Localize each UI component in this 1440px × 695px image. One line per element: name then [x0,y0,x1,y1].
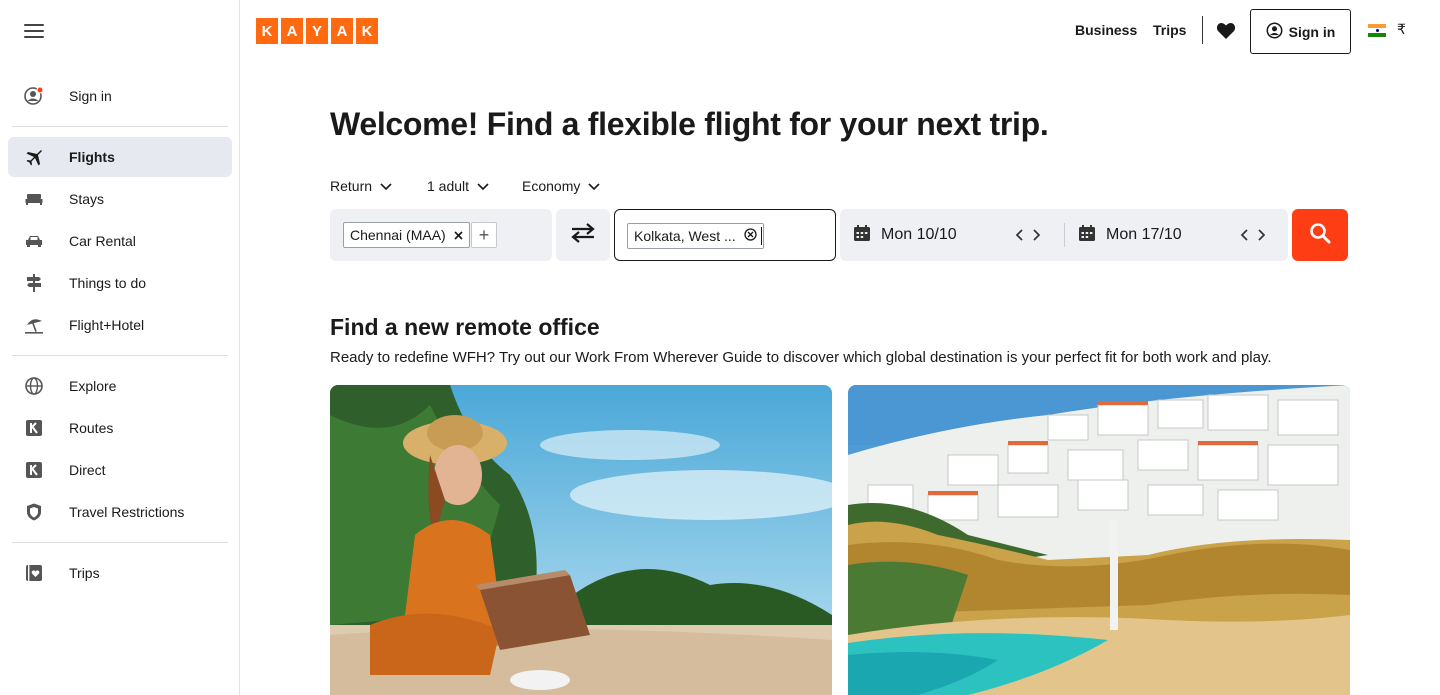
depart-date-label: Mon 10/10 [881,226,957,243]
shield-icon [8,502,69,522]
calendar-icon [853,224,871,247]
add-origin-button[interactable]: + [471,222,497,248]
chevron-down-icon [380,178,392,194]
trips-heart-icon [8,563,69,583]
return-date-label: Mon 17/10 [1106,226,1182,243]
logo-letter: A [331,18,353,44]
sidebar-item-label: Stays [69,191,105,207]
sidebar-item-label: Car Rental [69,233,136,249]
remote-work-card-image[interactable] [330,385,832,695]
section-title: Find a new remote office [330,314,600,340]
logo-letter: K [256,18,278,44]
sidebar-item-sign-in[interactable]: Sign in [8,76,232,116]
destination-field[interactable]: Kolkata, West ... [614,209,836,261]
date-range-field: Mon 10/10 Mon 17/10 [840,209,1288,261]
logo-letter: A [281,18,303,44]
sidebar-divider [12,542,228,543]
sidebar-item-label: Things to do [69,275,147,291]
sidebar-item-explore[interactable]: Explore [8,366,232,406]
currency-selector[interactable]: ₹ [1397,21,1406,38]
hamburger-icon[interactable] [24,24,44,40]
chevron-right-icon[interactable] [1033,225,1041,246]
chevron-left-icon[interactable] [1240,225,1248,246]
search-icon [1309,222,1331,249]
swap-arrows-icon [569,222,597,249]
calendar-icon [1078,224,1096,247]
chevron-right-icon[interactable] [1258,225,1266,246]
kayak-logo[interactable]: K A Y A K [256,18,378,44]
destination-card-image[interactable] [848,385,1350,695]
kayak-k-icon [8,460,69,480]
sidebar-item-label: Sign in [69,88,112,104]
chevron-down-icon [588,178,600,194]
page-title: Welcome! Find a flexible flight for your… [330,106,1049,142]
sidebar-item-label: Explore [69,378,117,394]
text-cursor [761,227,762,245]
origin-chip: Chennai (MAA) [343,222,470,248]
logo-letter: K [356,18,378,44]
close-icon[interactable] [454,227,463,243]
return-date[interactable]: Mon 17/10 [1078,209,1266,261]
globe-icon [8,376,69,396]
sign-in-button[interactable]: Sign in [1250,9,1351,54]
beach-umbrella-icon [8,315,69,335]
heart-icon[interactable] [1216,22,1236,45]
business-link[interactable]: Business [1075,22,1137,38]
depart-date[interactable]: Mon 10/10 [853,209,1041,261]
bed-icon [8,189,69,209]
sidebar-item-travel-restrictions[interactable]: Travel Restrictions [8,492,232,532]
trips-link[interactable]: Trips [1153,22,1186,38]
destination-chip: Kolkata, West ... [627,223,764,249]
sidebar-item-flight-hotel[interactable]: Flight+Hotel [8,305,232,345]
cabin-class-dropdown[interactable]: Economy [522,178,600,194]
sign-in-label: Sign in [1288,23,1336,40]
kayak-k-icon [8,418,69,438]
chevron-down-icon [477,178,489,194]
sidebar-item-label: Direct [69,462,106,478]
airplane-icon [8,147,69,167]
search-button[interactable] [1292,209,1348,261]
india-flag-icon[interactable] [1368,24,1386,37]
section-subtitle: Ready to redefine WFH? Try out our Work … [330,349,1272,366]
top-bar: K A Y A K Business Trips Sign in ₹ [240,0,1440,62]
sidebar-item-label: Travel Restrictions [69,504,185,520]
plus-icon: + [478,224,490,245]
travellers-dropdown[interactable]: 1 adult [427,178,489,194]
sidebar: Sign in Flights Stays Car Rental Things … [0,0,240,695]
origin-field[interactable]: Chennai (MAA) + [330,209,552,261]
sidebar-item-direct[interactable]: Direct [8,450,232,490]
sidebar-item-car-rental[interactable]: Car Rental [8,221,232,261]
sidebar-item-label: Flights [69,149,115,165]
trip-type-dropdown[interactable]: Return [330,178,392,194]
user-circle-icon [1266,22,1283,42]
sidebar-divider [12,126,228,127]
travellers-label: 1 adult [427,178,470,194]
sidebar-item-flights[interactable]: Flights [8,137,232,177]
sidebar-item-stays[interactable]: Stays [8,179,232,219]
sidebar-item-label: Routes [69,420,114,436]
date-divider [1064,223,1065,247]
sidebar-item-things-to-do[interactable]: Things to do [8,263,232,303]
user-circle-icon [8,86,69,106]
chevron-left-icon[interactable] [1015,225,1023,246]
cabin-class-label: Economy [522,178,581,194]
destination-chip-label: Kolkata, West ... [634,228,736,244]
sidebar-divider [12,355,228,356]
trip-type-label: Return [330,178,373,194]
logo-letter: Y [306,18,328,44]
sidebar-item-routes[interactable]: Routes [8,408,232,448]
car-icon [8,231,69,251]
sidebar-item-label: Trips [69,565,100,581]
sidebar-item-label: Flight+Hotel [69,317,145,333]
origin-chip-label: Chennai (MAA) [350,227,446,243]
swap-locations-button[interactable] [556,209,610,261]
header-divider [1202,16,1203,44]
sidebar-item-trips[interactable]: Trips [8,553,232,593]
signpost-icon [8,273,69,293]
close-circle-icon[interactable] [744,228,757,244]
